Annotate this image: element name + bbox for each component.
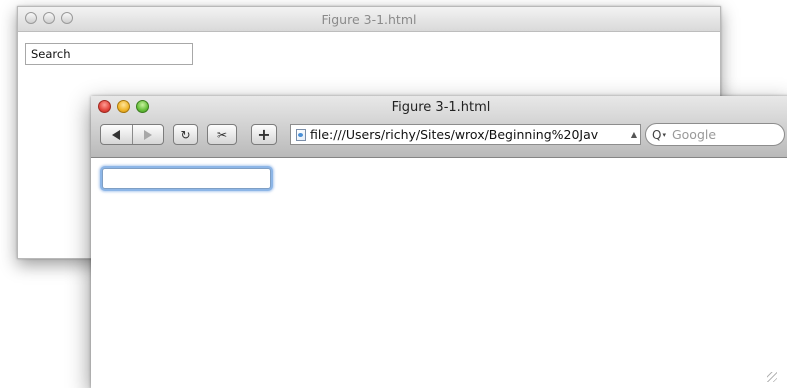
address-bar[interactable]: file:///Users/richy/Sites/wrox/Beginning… bbox=[290, 124, 641, 145]
text-input[interactable] bbox=[102, 168, 271, 189]
page-icon bbox=[296, 128, 306, 141]
window-title: Figure 3-1.html bbox=[391, 100, 491, 115]
snapback-button[interactable]: ✂ bbox=[207, 124, 237, 145]
reload-button[interactable]: ↻ bbox=[173, 124, 198, 145]
resize-handle[interactable] bbox=[767, 372, 777, 382]
background-window-titlebar[interactable]: Figure 3-1.html bbox=[18, 7, 720, 32]
forward-button[interactable] bbox=[133, 125, 164, 144]
forward-arrow-icon bbox=[143, 129, 152, 140]
page-content bbox=[91, 158, 787, 388]
reload-icon: ↻ bbox=[180, 127, 191, 142]
window-toolbar: Figure 3-1.html ↻ ✂ + file:///Users/rich… bbox=[91, 96, 787, 158]
search-icon[interactable]: Q bbox=[652, 128, 661, 142]
scissors-icon: ✂ bbox=[216, 127, 228, 142]
back-arrow-icon bbox=[112, 129, 121, 140]
window-title: Figure 3-1.html bbox=[321, 12, 417, 27]
foreground-browser-window[interactable]: Figure 3-1.html ↻ ✂ + file:///Users/rich… bbox=[91, 96, 787, 388]
back-forward-buttons bbox=[100, 124, 164, 145]
plus-icon: + bbox=[257, 125, 271, 144]
google-search-input[interactable] bbox=[671, 127, 762, 142]
back-button[interactable] bbox=[101, 125, 133, 144]
add-bookmark-button[interactable]: + bbox=[251, 124, 277, 145]
address-text[interactable]: file:///Users/richy/Sites/wrox/Beginning… bbox=[310, 127, 628, 142]
chevron-down-icon[interactable]: ▾ bbox=[662, 131, 666, 139]
address-dropdown-icon[interactable]: ▲ bbox=[628, 130, 640, 139]
google-search-field[interactable]: Q ▾ bbox=[645, 123, 785, 146]
search-input[interactable]: Search bbox=[25, 43, 193, 65]
